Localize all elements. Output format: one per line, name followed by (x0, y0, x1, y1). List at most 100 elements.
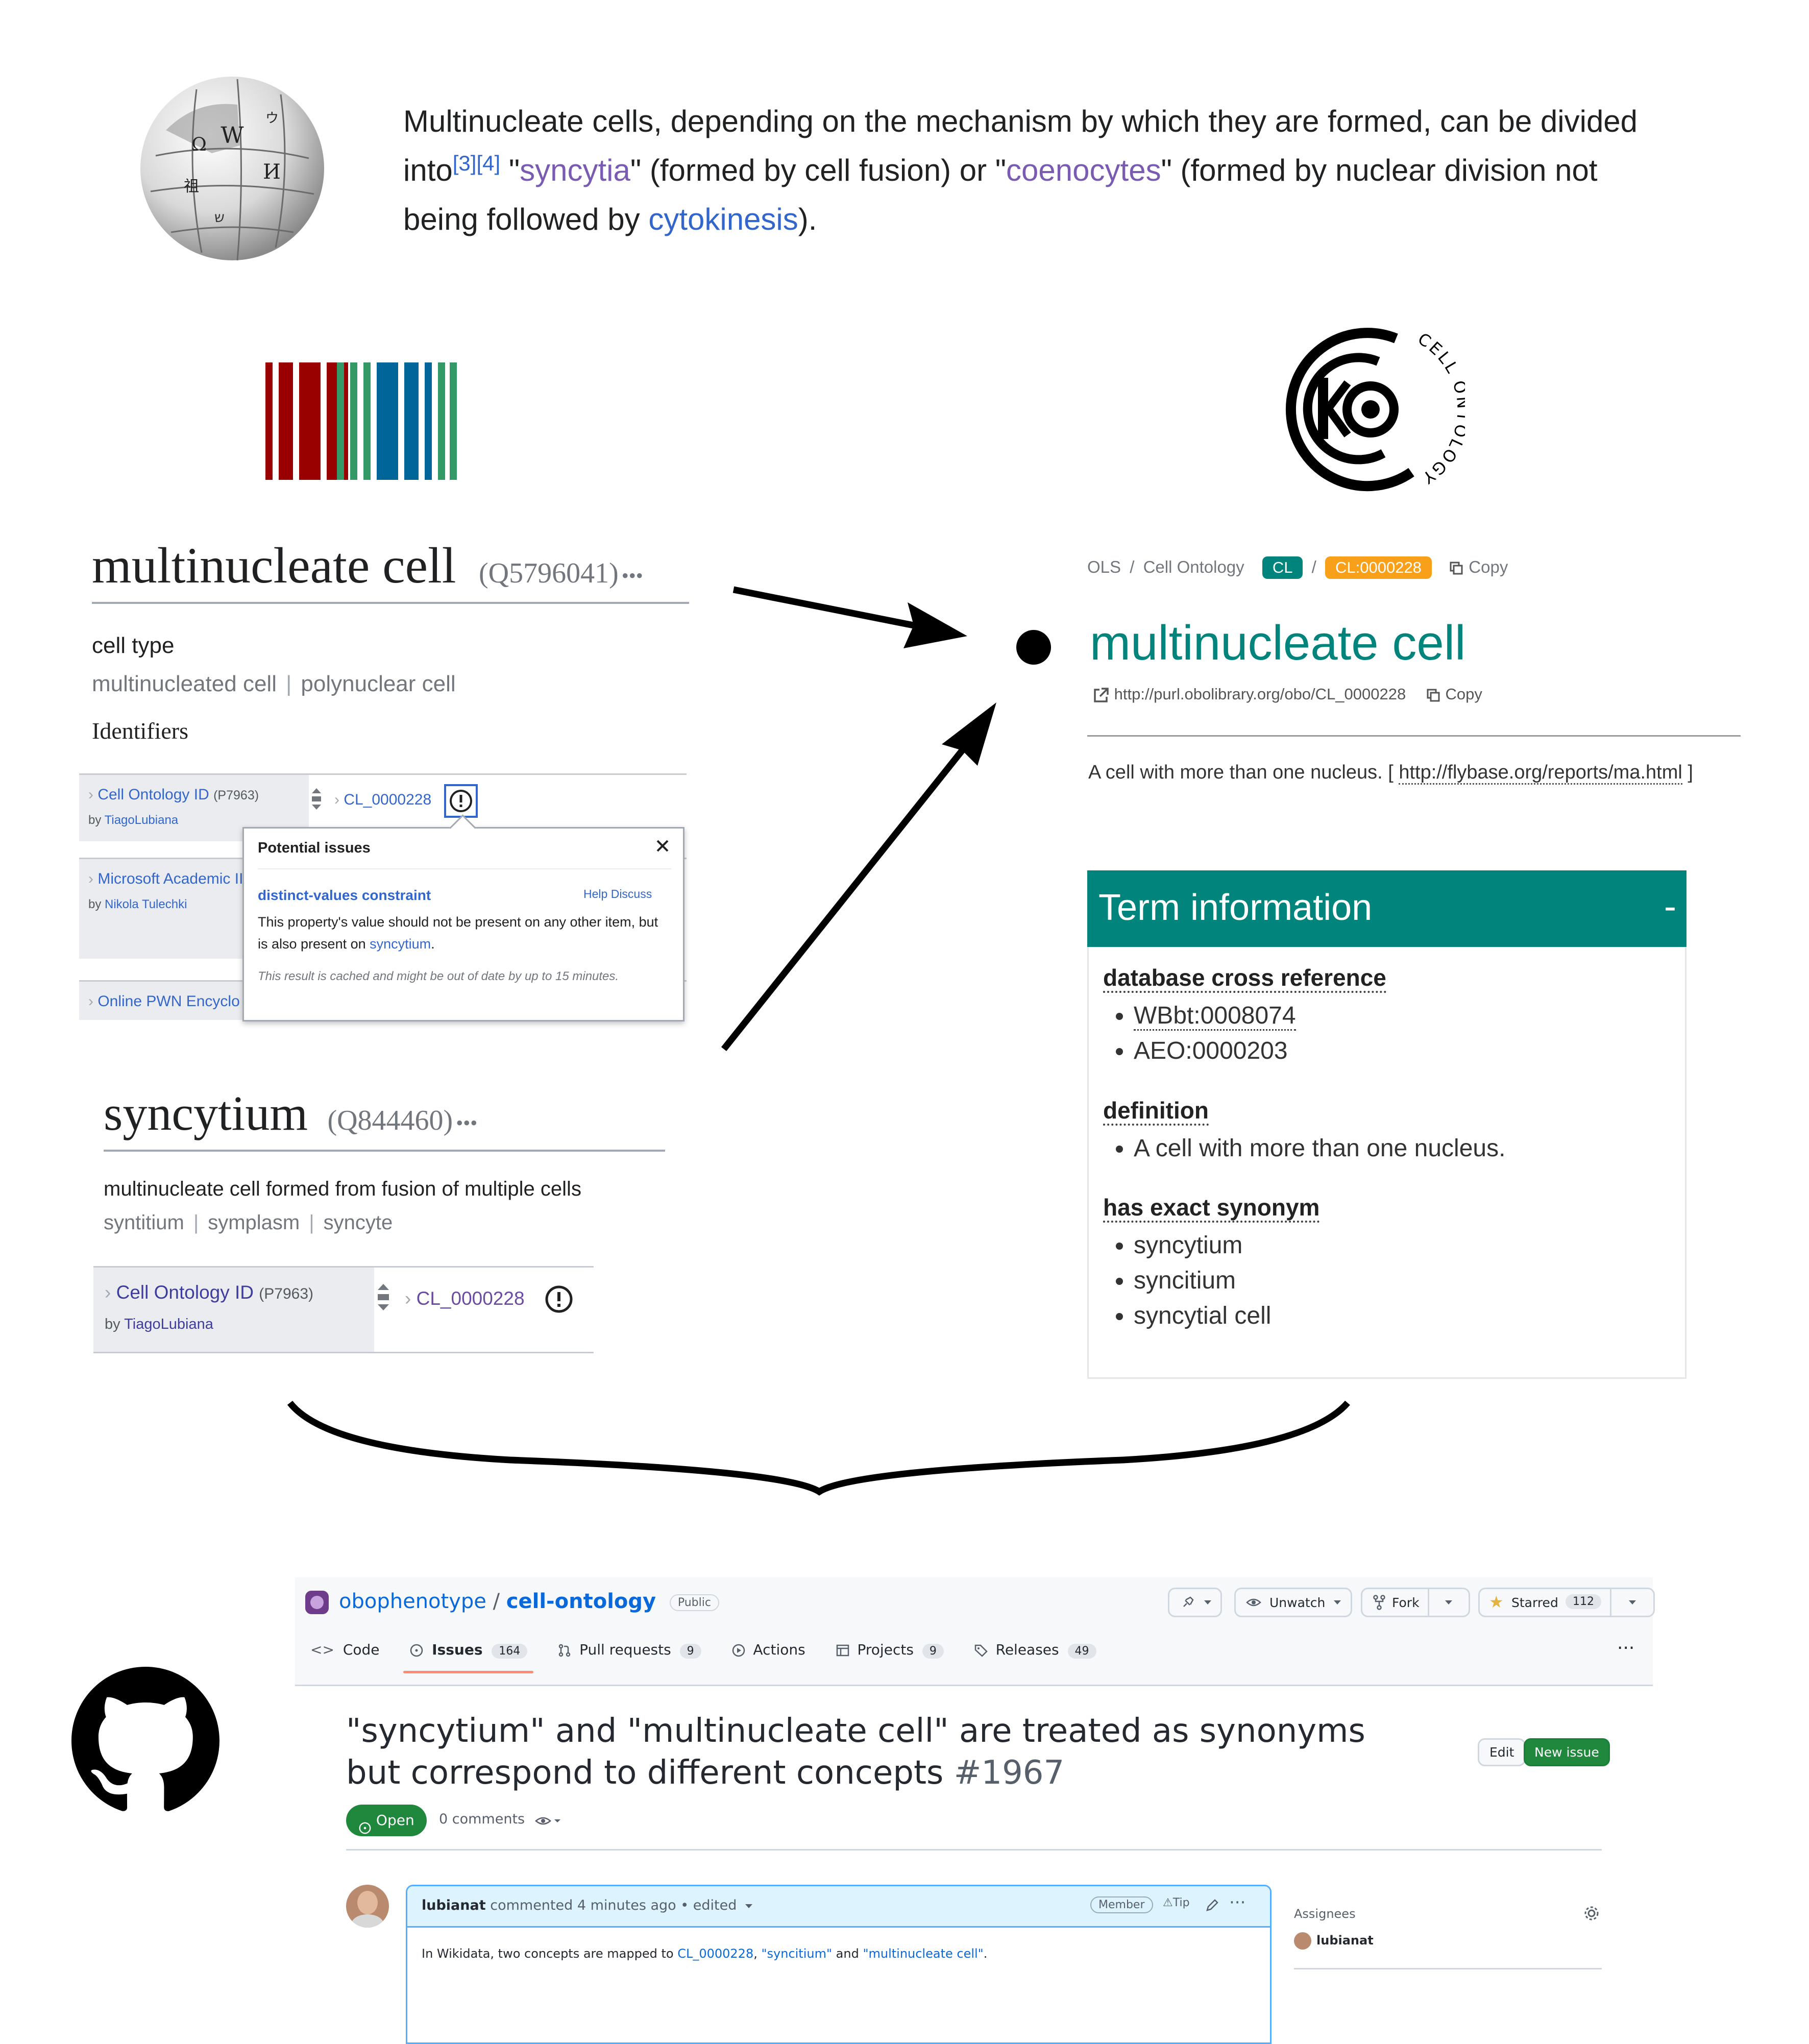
user-link[interactable]: TiagoLubiana (124, 1316, 213, 1332)
tip-button[interactable]: ⚠Tip (1163, 1896, 1190, 1909)
issue-indicator-icon[interactable] (543, 1283, 575, 1316)
iri-link[interactable]: http://purl.obolibrary.org/obo/CL_000022… (1114, 685, 1406, 703)
copy-button[interactable]: Copy (1445, 685, 1482, 703)
property-id: (P7963) (259, 1285, 314, 1302)
xref-label-text: database cross reference (1103, 964, 1386, 993)
tab-count: 9 (922, 1644, 944, 1659)
repo-avatar[interactable] (305, 1591, 329, 1614)
fork-button[interactable]: Fork (1361, 1588, 1470, 1617)
copy-icon[interactable] (1426, 688, 1441, 703)
tab-label: Actions (753, 1641, 805, 1658)
synonym-item: syncytial cell (1134, 1302, 1271, 1330)
item-header: syncytium (Q844460) ••• (104, 1085, 665, 1152)
unwatch-button[interactable]: Unwatch (1234, 1588, 1352, 1617)
tab-label: Releases (995, 1641, 1059, 1658)
syncitium-link[interactable]: "syncitium" (761, 1946, 832, 1961)
ontology-badge[interactable]: CL (1262, 556, 1303, 579)
copy-icon[interactable] (1449, 561, 1464, 576)
item-title: syncytium (104, 1086, 308, 1140)
comment-text: , (753, 1946, 762, 1961)
multinucleate-link[interactable]: "multinucleate cell" (863, 1946, 983, 1961)
synonym-item: syncitium (1134, 1267, 1271, 1295)
issue-comment: lubianat commented 4 minutes ago • edite… (406, 1885, 1272, 2044)
assignee[interactable]: lubianat (1294, 1932, 1374, 1950)
issue-title: "syncytium" and "multinucleate cell" are… (346, 1710, 1408, 1794)
more-tabs-button[interactable]: ··· (1617, 1638, 1634, 1659)
comment-meta[interactable]: commented 4 minutes ago • edited (490, 1897, 737, 1913)
repo-owner-link[interactable]: obophenotype (339, 1590, 486, 1613)
alert-icon: ⚠ (1163, 1896, 1173, 1909)
xref-item[interactable]: WBbt:0008074 (1134, 1002, 1296, 1031)
xref-label: database cross reference (1103, 964, 1386, 993)
kebab-menu-icon[interactable]: ··· (1229, 1892, 1245, 1913)
synonym-label-text: has exact synonym (1103, 1194, 1320, 1223)
tab-label: Pull requests (579, 1641, 671, 1658)
alias: syntitium (104, 1211, 184, 1234)
caret-icon (1204, 1600, 1211, 1604)
star-count: 112 (1566, 1594, 1601, 1609)
copy-button[interactable]: Copy (1469, 557, 1508, 576)
edit-button[interactable]: Edit (1478, 1738, 1526, 1766)
new-issue-button[interactable]: New issue (1524, 1738, 1610, 1766)
more-menu-icon[interactable]: ••• (456, 1111, 477, 1134)
starred-button[interactable]: ★ Starred 112 (1478, 1588, 1655, 1617)
external-link-icon (1092, 687, 1110, 704)
arrow-wikidata-to-term (732, 586, 967, 648)
rank-selector-icon[interactable] (374, 1282, 393, 1312)
comment-author[interactable]: lubianat (422, 1897, 486, 1913)
ols-divider (1087, 735, 1741, 737)
tag-icon (974, 1643, 988, 1658)
tab-projects[interactable]: Projects 9 (836, 1641, 944, 1659)
property-link[interactable]: Cell Ontology ID (116, 1282, 254, 1303)
tab-releases[interactable]: Releases 49 (974, 1641, 1096, 1659)
state-label: Open (376, 1812, 414, 1829)
breadcrumb-ontology[interactable]: Cell Ontology (1143, 557, 1244, 576)
breadcrumb-ols[interactable]: OLS (1087, 557, 1121, 576)
repo-slash: / (493, 1590, 500, 1613)
term-id-badge[interactable]: CL:0000228 (1325, 556, 1432, 579)
definition-label-text: definition (1103, 1097, 1209, 1126)
definition-source-link[interactable]: http://flybase.org/reports/ma.html (1399, 762, 1682, 785)
item-aliases: syntitium | symplasm | syncyte (104, 1211, 393, 1234)
tab-count: 164 (492, 1644, 528, 1659)
ols-breadcrumb: OLS / Cell Ontology CL / CL:0000228 Copy (1087, 556, 1508, 579)
tab-count: 49 (1067, 1644, 1096, 1659)
repo-name-link[interactable]: cell-ontology (506, 1590, 656, 1613)
gear-icon[interactable] (1582, 1904, 1601, 1923)
cl-link[interactable]: CL_0000228 (677, 1946, 753, 1961)
pin-icon (1181, 1595, 1195, 1610)
star-icon: ★ (1489, 1592, 1504, 1612)
pin-button[interactable] (1168, 1588, 1222, 1617)
xref-item-text[interactable]: WBbt:0008074 (1134, 1002, 1296, 1031)
property-cell: › Cell Ontology ID (P7963) by TiagoLubia… (93, 1268, 374, 1352)
caret-icon (1445, 1600, 1452, 1604)
wikidata-item-syncytium: syncytium (Q844460) ••• (104, 1085, 665, 1152)
issue-opened-icon (358, 1814, 372, 1834)
unwatch-label: Unwatch (1269, 1595, 1326, 1610)
comment-count: 0 comments (439, 1811, 525, 1827)
tab-label: Projects (857, 1641, 914, 1658)
breadcrumb-sep: / (1311, 557, 1316, 576)
term-information-header[interactable]: Term information - (1087, 870, 1686, 947)
author-avatar[interactable] (346, 1885, 389, 1928)
assignee-name: lubianat (1316, 1933, 1374, 1948)
caret-icon[interactable] (745, 1904, 752, 1908)
value-link[interactable]: CL_0000228 (417, 1288, 525, 1309)
repo-tabs: <> Code Issues 164 Pull requests 9 Actio… (310, 1641, 1096, 1673)
definition-item: A cell with more than one nucleus. (1134, 1134, 1505, 1162)
caret-icon (1629, 1600, 1636, 1604)
pencil-icon[interactable] (1204, 1896, 1221, 1914)
fork-label: Fork (1392, 1595, 1420, 1610)
tab-code[interactable]: <> Code (310, 1641, 380, 1658)
issue-state-badge: Open (346, 1805, 427, 1836)
synonym-item: syncytium (1134, 1231, 1271, 1259)
item-qid: (Q844460) (327, 1105, 453, 1136)
tab-pull-requests[interactable]: Pull requests 9 (557, 1641, 701, 1659)
xref-list: WBbt:0008074 AEO:0000203 (1103, 994, 1296, 1072)
code-icon: <> (310, 1641, 334, 1658)
watch-eye-icon[interactable] (535, 1813, 566, 1829)
definition-text: A cell with more than one nucleus. [ (1088, 762, 1399, 783)
tab-issues[interactable]: Issues 164 (403, 1641, 534, 1673)
tab-actions[interactable]: Actions (731, 1641, 805, 1658)
collapse-button[interactable]: - (1664, 886, 1676, 928)
